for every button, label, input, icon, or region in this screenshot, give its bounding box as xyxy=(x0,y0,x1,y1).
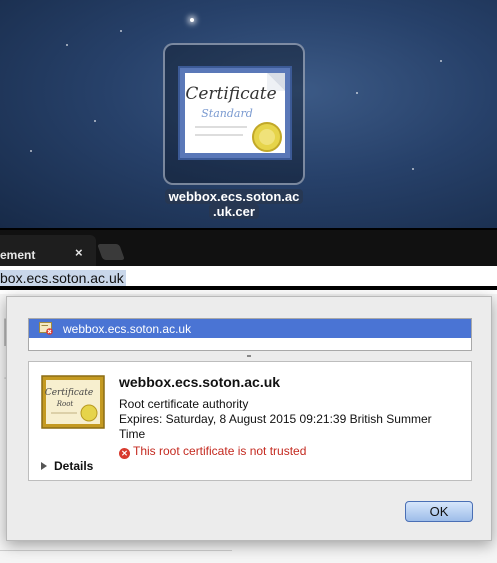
star xyxy=(94,120,96,122)
browser-tab[interactable]: ement × xyxy=(0,235,96,268)
star xyxy=(412,168,414,170)
star xyxy=(356,92,358,94)
error-icon: ✕ xyxy=(119,448,130,459)
certificate-expiry: Expires: Saturday, 8 August 2015 09:21:3… xyxy=(119,412,432,441)
url-text[interactable]: box.ecs.soton.ac.uk xyxy=(0,270,126,286)
address-bar[interactable]: box.ecs.soton.ac.uk xyxy=(0,266,497,290)
certificate-icon: Certificate Standard xyxy=(178,66,292,160)
star xyxy=(120,30,122,32)
file-name-line2: .uk.cer xyxy=(209,204,259,219)
certificate-file-icon[interactable]: Certificate Standard xyxy=(163,43,305,185)
certificate-type: Root certificate authority xyxy=(119,397,249,411)
svg-text:Root: Root xyxy=(56,400,74,408)
certificate-name: webbox.ecs.soton.ac.uk xyxy=(119,374,281,390)
certificate-icon: Certificate Root xyxy=(41,375,105,429)
desktop-background: Certificate Standard webbox.ecs.soton.ac… xyxy=(0,0,497,228)
tab-title: ement xyxy=(0,248,36,262)
svg-text:Certificate: Certificate xyxy=(45,388,93,398)
certificate-details-panel: Certificate Root webbox.ecs.soton.ac.uk … xyxy=(28,361,472,481)
details-disclosure[interactable]: Details xyxy=(41,459,93,473)
trust-warning: ✕ This root certificate is not trusted xyxy=(119,444,306,459)
ok-button[interactable]: OK xyxy=(405,501,473,522)
browser-tab-bar: ement × xyxy=(0,228,497,268)
svg-text:Certificate: Certificate xyxy=(185,84,276,104)
details-label: Details xyxy=(54,459,94,473)
star xyxy=(66,44,68,46)
untrusted-certificate-icon xyxy=(39,322,53,335)
new-tab-button[interactable] xyxy=(97,244,125,260)
screen: Certificate Standard webbox.ecs.soton.ac… xyxy=(0,0,497,563)
file-name-label: webbox.ecs.soton.ac .uk.cer xyxy=(163,189,305,219)
certificate-chain-list[interactable]: webbox.ecs.soton.ac.uk xyxy=(28,318,472,351)
divider xyxy=(0,550,232,551)
close-icon[interactable]: × xyxy=(75,245,83,260)
chain-item-label: webbox.ecs.soton.ac.uk xyxy=(63,322,192,336)
certificate-chain-item[interactable]: webbox.ecs.soton.ac.uk xyxy=(29,319,471,338)
trust-warning-text: This root certificate is not trusted xyxy=(133,444,307,458)
svg-text:Standard: Standard xyxy=(201,107,253,120)
certificate-dialog: webbox.ecs.soton.ac.uk Certificate Root … xyxy=(6,296,492,541)
split-handle[interactable] xyxy=(247,355,251,357)
file-name-line1: webbox.ecs.soton.ac xyxy=(164,189,304,204)
star xyxy=(440,60,442,62)
star xyxy=(190,18,194,22)
disclosure-triangle-icon xyxy=(41,462,47,470)
star xyxy=(30,150,32,152)
